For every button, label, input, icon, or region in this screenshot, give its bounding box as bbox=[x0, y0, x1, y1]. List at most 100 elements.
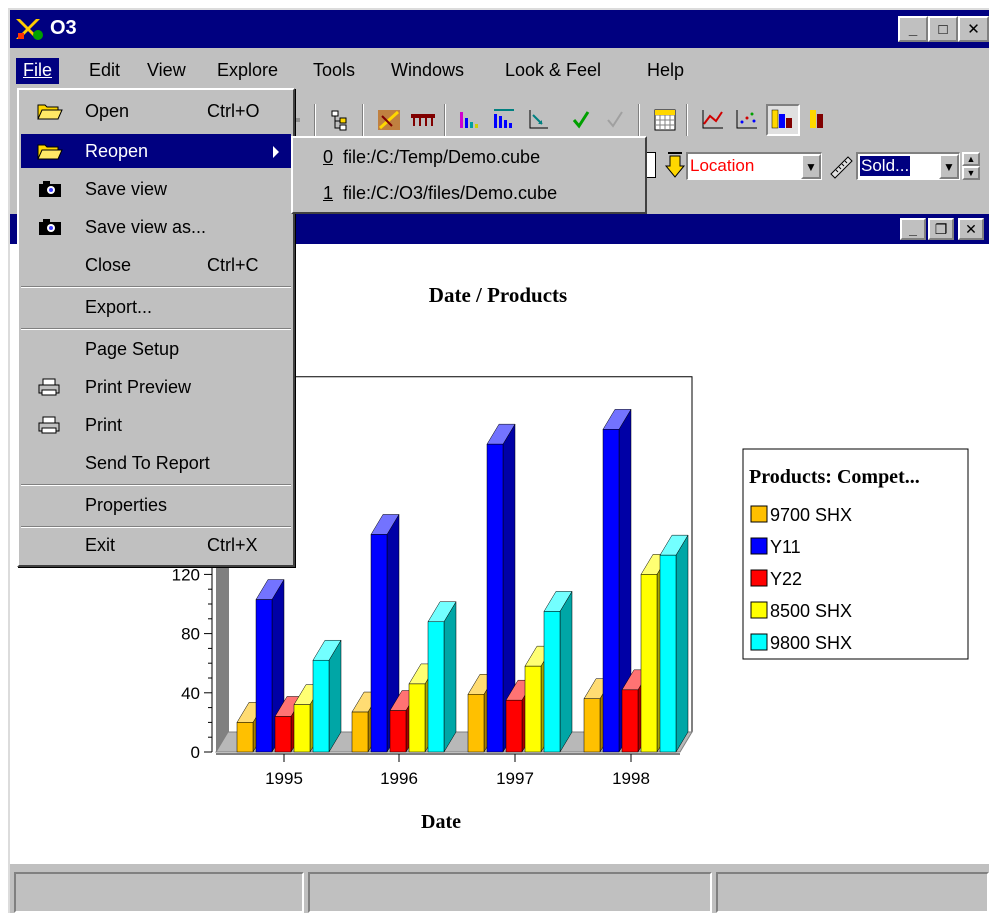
scatter-chart-icon[interactable] bbox=[732, 106, 762, 134]
menu-separator bbox=[21, 328, 291, 330]
legend-swatch bbox=[750, 601, 768, 619]
chevron-down-icon[interactable]: ▼ bbox=[939, 154, 959, 179]
drill-icon[interactable] bbox=[374, 106, 404, 134]
menu-item-reopen[interactable]: Reopen bbox=[21, 134, 291, 168]
legend-label: Y11 bbox=[770, 537, 801, 557]
child-close-button[interactable]: ✕ bbox=[958, 218, 984, 240]
menu-bar: File Edit View Explore Tools Windows Loo… bbox=[10, 52, 989, 88]
y-tick-label: 0 bbox=[191, 743, 200, 762]
legend: Products: Compet... 9700 SHX Y11 Y22 8500 S… bbox=[742, 448, 969, 660]
menu-look-and-feel[interactable]: Look & Feel bbox=[498, 58, 608, 84]
folder-open-icon bbox=[37, 104, 63, 120]
reopen-submenu: 0 file:/C:/Temp/Demo.cube 1 file:/C:/O3/… bbox=[291, 136, 647, 214]
dimension-box[interactable] bbox=[646, 152, 656, 178]
column-chart-icon[interactable] bbox=[766, 104, 800, 136]
status-bar bbox=[10, 864, 989, 913]
menu-explore[interactable]: Explore bbox=[210, 58, 285, 84]
axis-swap-icon[interactable] bbox=[524, 106, 554, 134]
bar-chart-icon[interactable] bbox=[456, 106, 486, 134]
ruler-icon[interactable] bbox=[828, 152, 854, 180]
line-chart-icon[interactable] bbox=[698, 106, 728, 134]
chart-title: Date / Products bbox=[429, 283, 567, 307]
legend-label: 9800 SHX bbox=[770, 633, 852, 653]
bar-front bbox=[505, 699, 523, 753]
toolbar-separator bbox=[362, 104, 364, 136]
child-restore-button[interactable]: ❐ bbox=[928, 218, 954, 240]
legend-label: Y22 bbox=[770, 569, 802, 589]
menu-windows[interactable]: Windows bbox=[384, 58, 471, 84]
menu-file[interactable]: File bbox=[16, 58, 60, 84]
bar-front bbox=[408, 683, 426, 753]
bar-side bbox=[559, 590, 573, 753]
legend-swatch bbox=[750, 505, 768, 523]
location-combo[interactable]: Location ▼ bbox=[686, 152, 822, 180]
menu-tools[interactable]: Tools bbox=[306, 58, 362, 84]
menu-item-save-view-as[interactable]: Save view as... bbox=[21, 210, 291, 244]
bar-front bbox=[255, 599, 273, 753]
spinner-down-icon[interactable]: ▼ bbox=[962, 166, 980, 180]
bar-front bbox=[236, 722, 254, 753]
bar-front bbox=[274, 716, 292, 753]
legend-label: 8500 SHX bbox=[770, 601, 852, 621]
pivot-icon[interactable] bbox=[408, 106, 438, 134]
status-panel-3 bbox=[716, 872, 989, 913]
window-title: O3 bbox=[50, 17, 77, 39]
child-minimize-button[interactable]: _ bbox=[900, 218, 926, 240]
bar-front bbox=[370, 534, 388, 753]
recent-file-number: 1 bbox=[323, 183, 334, 203]
menu-help[interactable]: Help bbox=[640, 58, 691, 84]
menu-item-send-to-report[interactable]: Send To Report bbox=[21, 446, 291, 480]
x-tick-label: 1998 bbox=[612, 769, 650, 788]
legend-swatch bbox=[750, 633, 768, 651]
tree-icon[interactable] bbox=[326, 106, 356, 134]
minimize-button[interactable]: _ bbox=[898, 16, 928, 42]
toolbar-separator bbox=[686, 104, 688, 136]
menu-item-properties[interactable]: Properties bbox=[21, 488, 291, 522]
menu-item-label: Properties bbox=[85, 495, 168, 515]
menu-item-page-setup[interactable]: Page Setup bbox=[21, 332, 291, 366]
check-icon[interactable] bbox=[566, 106, 596, 134]
spinner-up-icon[interactable]: ▲ bbox=[962, 152, 980, 166]
stacked-chart-icon[interactable] bbox=[806, 106, 836, 134]
menu-item-label: Export... bbox=[85, 297, 153, 317]
recent-file-1[interactable]: 1 file:/C:/O3/files/Demo.cube bbox=[297, 176, 641, 210]
measure-combo[interactable]: Sold... ▼ bbox=[856, 152, 960, 180]
maximize-button[interactable]: □ bbox=[928, 16, 958, 42]
menu-item-print-preview[interactable]: Print Preview bbox=[21, 370, 291, 404]
menu-item-exit[interactable]: Exit Ctrl+X bbox=[21, 528, 291, 562]
bar-front bbox=[543, 611, 561, 753]
menu-item-open[interactable]: Open Ctrl+O bbox=[21, 94, 291, 128]
spinner-buttons[interactable]: ▲ ▼ bbox=[962, 152, 980, 180]
menu-item-export[interactable]: Export... bbox=[21, 290, 291, 324]
submenu-arrow-icon bbox=[273, 146, 279, 158]
bar bbox=[659, 534, 689, 753]
menu-view[interactable]: View bbox=[140, 58, 193, 84]
bar-side bbox=[443, 600, 457, 753]
chart-sort-icon[interactable] bbox=[490, 106, 520, 134]
chevron-down-icon[interactable]: ▼ bbox=[801, 154, 821, 179]
uncheck-icon[interactable] bbox=[600, 106, 630, 134]
grid-table-icon[interactable] bbox=[650, 106, 680, 134]
menu-item-label: Save view as... bbox=[85, 217, 207, 237]
title-bar: O3 _ □ ✕ bbox=[10, 10, 989, 48]
recent-file-path: file:/C:/Temp/Demo.cube bbox=[343, 147, 541, 167]
menu-item-label: Send To Report bbox=[85, 453, 210, 473]
y-tick-label: 120 bbox=[172, 565, 200, 584]
menu-item-close[interactable]: Close Ctrl+C bbox=[21, 248, 291, 282]
bar-front bbox=[486, 443, 504, 753]
folder-open-icon bbox=[37, 144, 63, 160]
camera-icon bbox=[39, 219, 61, 235]
x-axis-label: Date bbox=[421, 811, 461, 833]
menu-edit[interactable]: Edit bbox=[82, 58, 127, 84]
menu-item-save-view[interactable]: Save view bbox=[21, 172, 291, 206]
camera-icon bbox=[39, 181, 61, 197]
maximize-icon: □ bbox=[938, 20, 948, 38]
menu-item-print[interactable]: Print bbox=[21, 408, 291, 442]
recent-file-0[interactable]: 0 file:/C:/Temp/Demo.cube bbox=[297, 140, 641, 174]
arrow-down-icon[interactable] bbox=[664, 150, 686, 180]
y-tick-label: 80 bbox=[181, 625, 200, 644]
close-button[interactable]: ✕ bbox=[958, 16, 989, 42]
menu-item-label: Close bbox=[85, 255, 132, 275]
bar-front bbox=[312, 659, 330, 753]
bar-front bbox=[640, 574, 658, 753]
